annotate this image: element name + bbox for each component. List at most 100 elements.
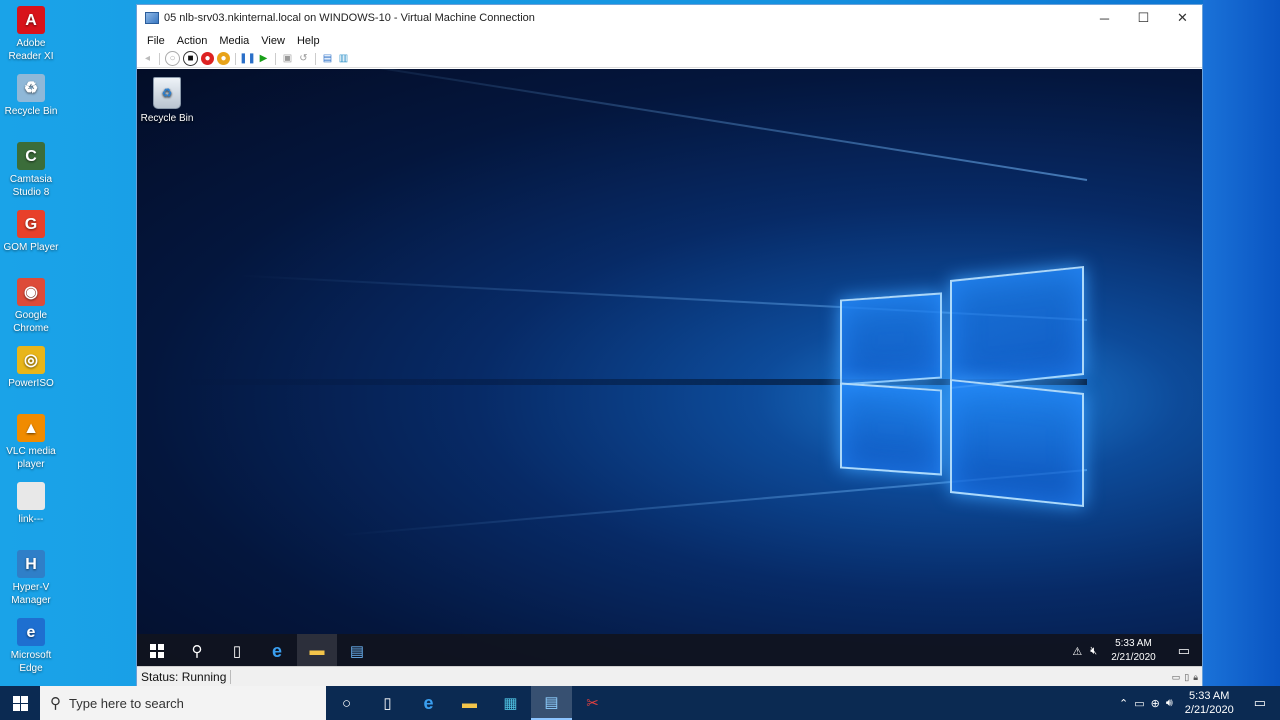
light-beam bbox=[267, 69, 1088, 181]
host-taskbar: ⚲ Type here to search ○ ▯ e ▬ ▦ ▤ ✂ ⌃ ▭ … bbox=[0, 686, 1280, 720]
network-warning-icon[interactable]: ⚠ bbox=[1068, 645, 1086, 658]
menu-view[interactable]: View bbox=[255, 35, 291, 47]
pause-icon[interactable]: ❚❚ bbox=[239, 52, 256, 65]
host-clock-date: 2/21/2020 bbox=[1184, 704, 1234, 716]
desktop-shortcut[interactable]: link--- bbox=[0, 482, 62, 526]
desktop-shortcut-label: Camtasia Studio 8 bbox=[9, 174, 53, 198]
notifications-icon[interactable]: ▭ bbox=[1166, 643, 1202, 659]
edge-taskbar-button[interactable]: e bbox=[408, 686, 449, 720]
share-icon[interactable]: ▥ bbox=[337, 52, 350, 65]
guest-start-button[interactable] bbox=[137, 634, 177, 668]
taskbar-search-box[interactable]: ⚲ Type here to search bbox=[40, 686, 326, 720]
poweriso-icon: ◎ bbox=[17, 346, 45, 374]
menu-help[interactable]: Help bbox=[291, 35, 326, 47]
toolbar-separator bbox=[275, 52, 276, 65]
chrome-icon: ◉ bbox=[17, 278, 45, 306]
server-icon: ▦ bbox=[503, 695, 518, 712]
vm-connection-icon: ▤ bbox=[544, 694, 559, 711]
desktop-shortcut[interactable]: ◉ Google Chrome bbox=[0, 278, 62, 335]
action-center-icon[interactable]: ▭ bbox=[1246, 695, 1280, 711]
play-icon[interactable]: ▶ bbox=[257, 52, 270, 65]
desktop-shortcut[interactable]: H Hyper-V Manager bbox=[0, 550, 62, 607]
network-icon[interactable]: ⊕ bbox=[1151, 697, 1160, 710]
snipping-taskbar-button[interactable]: ✂ bbox=[572, 686, 613, 720]
desktop-shortcut-label: GOM Player bbox=[3, 242, 59, 253]
desktop-shortcut[interactable]: ◎ PowerISO bbox=[0, 346, 62, 390]
desktop-shortcut-label: Recycle Bin bbox=[4, 106, 58, 117]
guest-desktop[interactable]: ♻ Recycle Bin ⚲ ▯ e ▬ ▤ ⚠ 🔇︎ 5:33 AM 2/2… bbox=[137, 69, 1202, 668]
desktop-shortcut[interactable]: ▲ VLC media player bbox=[0, 414, 62, 471]
vm-connection-taskbar-button[interactable]: ▤ bbox=[531, 686, 572, 720]
toolbar-separator bbox=[315, 52, 316, 65]
task-view-icon: ▯ bbox=[232, 643, 242, 660]
server-manager-icon: ▤ bbox=[349, 643, 365, 660]
checkpoint-icon[interactable]: ▣ bbox=[281, 52, 294, 65]
title-bar[interactable]: 05 nlb-srv03.nkinternal.local on WINDOWS… bbox=[137, 5, 1202, 31]
desktop-shortcut-label: Microsoft Edge bbox=[10, 650, 52, 674]
desktop-shortcut[interactable]: C Camtasia Studio 8 bbox=[0, 142, 62, 199]
desktop-shortcut[interactable]: G GOM Player bbox=[0, 210, 62, 254]
volume-muted-icon[interactable]: 🔇︎ bbox=[1086, 645, 1101, 658]
host-clock[interactable]: 5:33 AM 2/21/2020 bbox=[1179, 689, 1240, 717]
logo-pane bbox=[950, 378, 1084, 508]
battery-icon[interactable]: ▭ bbox=[1134, 697, 1144, 710]
folder-icon: ▬ bbox=[309, 641, 325, 659]
shut-down-icon[interactable]: ● bbox=[201, 52, 214, 65]
cortana-icon: ○ bbox=[341, 694, 352, 712]
logo-pane bbox=[840, 292, 942, 386]
save-state-icon[interactable]: ● bbox=[217, 52, 230, 65]
windows-icon bbox=[150, 644, 164, 658]
minimize-button[interactable]: ─ bbox=[1085, 5, 1124, 31]
desktop-shortcut[interactable]: A Adobe Reader XI bbox=[0, 6, 62, 63]
hyperv-manager-icon: H bbox=[17, 550, 45, 578]
file-icon bbox=[17, 482, 45, 510]
volume-icon[interactable]: 🔊︎ bbox=[1166, 697, 1173, 710]
task-view-button[interactable]: ▯ bbox=[367, 686, 408, 720]
cortana-button[interactable]: ○ bbox=[326, 686, 367, 720]
maximize-button[interactable]: ☐ bbox=[1124, 5, 1163, 31]
close-button[interactable]: ✕ bbox=[1163, 5, 1202, 31]
task-view-icon: ▯ bbox=[383, 695, 392, 712]
guest-ie-button[interactable]: e bbox=[257, 634, 297, 668]
guest-server-manager-button[interactable]: ▤ bbox=[337, 634, 377, 668]
keyboard-icon: ▭ bbox=[1171, 671, 1181, 682]
revert-icon[interactable]: ↺ bbox=[297, 52, 310, 65]
guest-file-explorer-button[interactable]: ▬ bbox=[297, 634, 337, 668]
edge-icon: e bbox=[423, 692, 434, 713]
start-icon[interactable]: ○ bbox=[165, 51, 180, 66]
guest-task-view-button[interactable]: ▯ bbox=[217, 634, 257, 668]
guest-clock-date: 2/21/2020 bbox=[1111, 652, 1156, 663]
recycle-bin-icon: ♻ bbox=[17, 74, 45, 102]
snipping-tool-icon: ✂ bbox=[586, 695, 599, 712]
host-clock-time: 5:33 AM bbox=[1189, 690, 1230, 702]
search-placeholder: Type here to search bbox=[69, 695, 184, 711]
guest-clock-time: 5:33 AM bbox=[1115, 638, 1152, 649]
status-text: Status: Running bbox=[137, 670, 232, 684]
desktop-shortcut[interactable]: ♻ Recycle Bin bbox=[0, 74, 62, 118]
chevron-up-icon[interactable]: ⌃ bbox=[1119, 697, 1128, 710]
host-desktop-right-edge bbox=[1203, 0, 1280, 686]
host-desktop: A Adobe Reader XI ♻ Recycle Bin C Camtasia St… bbox=[0, 0, 136, 686]
enhanced-session-icon[interactable]: ▤ bbox=[321, 52, 334, 65]
file-explorer-taskbar-button[interactable]: ▬ bbox=[449, 686, 490, 720]
guest-clock[interactable]: 5:33 AM 2/21/2020 bbox=[1101, 637, 1166, 665]
menu-media[interactable]: Media bbox=[213, 35, 255, 47]
ctrl-alt-del-icon[interactable]: ◂ bbox=[141, 52, 154, 65]
turn-off-icon[interactable]: ■ bbox=[183, 51, 198, 66]
desktop-shortcut-label: PowerISO bbox=[8, 378, 54, 389]
edge-icon: e bbox=[17, 618, 45, 646]
vm-connection-window: 05 nlb-srv03.nkinternal.local on WINDOWS… bbox=[136, 4, 1203, 688]
status-bar-icons: ▭ ▯ 🔒︎ bbox=[1172, 672, 1202, 683]
desktop-shortcut-label: Hyper-V Manager bbox=[11, 582, 51, 606]
start-button[interactable] bbox=[0, 686, 40, 720]
toolbar-separator bbox=[159, 52, 160, 65]
guest-search-button[interactable]: ⚲ bbox=[177, 634, 217, 668]
host-system-tray: ⌃ ▭ ⊕ 🔊︎ 5:33 AM 2/21/2020 ▭ bbox=[1119, 686, 1280, 720]
menu-file[interactable]: File bbox=[141, 35, 171, 47]
desktop-shortcut-label: VLC media player bbox=[6, 446, 56, 470]
guest-recycle-bin[interactable]: ♻ Recycle Bin bbox=[137, 77, 197, 124]
server-taskbar-button[interactable]: ▦ bbox=[490, 686, 531, 720]
menu-action[interactable]: Action bbox=[171, 35, 214, 47]
desktop-shortcut[interactable]: e Microsoft Edge bbox=[0, 618, 62, 675]
desktop-shortcut-label: link--- bbox=[18, 514, 44, 525]
